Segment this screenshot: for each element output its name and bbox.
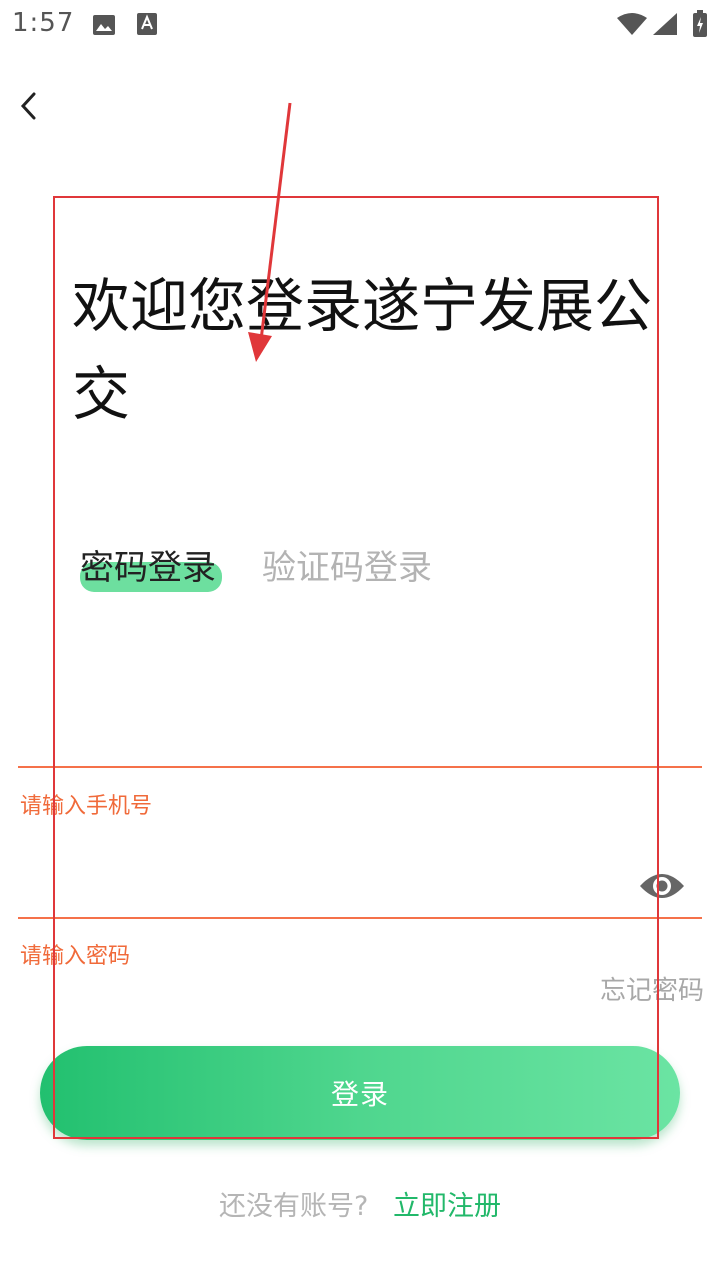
login-screen: 1:57 欢迎您登录遂宁发展公交 密码登录 验证码登录 请输入手机号 请输入密码… — [0, 0, 720, 1280]
register-link[interactable]: 立即注册 — [393, 1191, 501, 1222]
status-time: 1:57 — [12, 8, 75, 38]
signal-icon — [653, 13, 677, 35]
phone-error-hint: 请输入手机号 — [20, 794, 153, 819]
password-input[interactable] — [18, 862, 638, 910]
photo-icon — [93, 15, 115, 35]
tab-password-login[interactable]: 密码登录 — [80, 540, 222, 592]
back-button[interactable] — [14, 88, 48, 124]
a-icon — [137, 13, 157, 35]
page-title: 欢迎您登录遂宁发展公交 — [72, 272, 653, 428]
battery-icon — [693, 10, 707, 37]
status-bar: 1:57 — [0, 0, 720, 48]
phone-field-underline — [18, 766, 702, 768]
password-error-hint: 请输入密码 — [20, 944, 131, 969]
forgot-password-link[interactable]: 忘记密码 — [600, 970, 704, 1007]
eye-icon[interactable] — [638, 868, 686, 904]
phone-input[interactable] — [18, 712, 638, 760]
tab-code-login[interactable]: 验证码登录 — [262, 540, 432, 589]
wifi-icon — [617, 13, 647, 35]
register-prompt: 还没有账号? — [219, 1191, 369, 1222]
tab-label: 验证码登录 — [262, 548, 432, 588]
login-button[interactable]: 登录 — [40, 1046, 680, 1140]
register-row: 还没有账号? 立即注册 — [0, 1184, 720, 1223]
chevron-left-icon — [20, 92, 36, 120]
password-field-underline — [18, 917, 702, 919]
tab-label: 密码登录 — [80, 548, 216, 588]
